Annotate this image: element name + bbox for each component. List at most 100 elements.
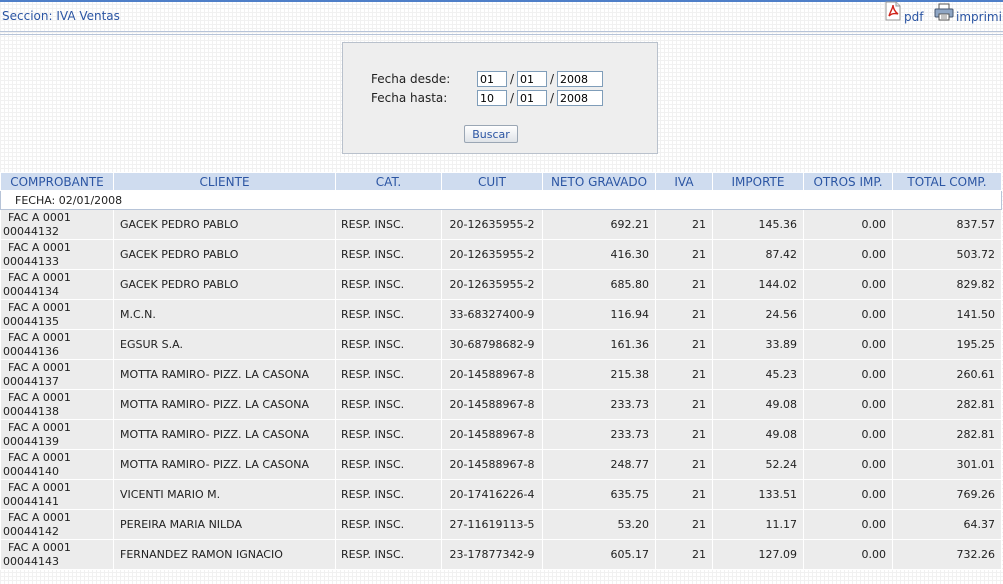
- neto-gravado-cell: 53.20: [542, 509, 656, 540]
- voucher-cell: FAC A 0001 00044137: [0, 359, 114, 390]
- printer-icon: [934, 3, 954, 24]
- col-neto-gravado[interactable]: NETO GRAVADO: [542, 172, 656, 191]
- client-cell: PEREIRA MARIA NILDA: [113, 509, 336, 540]
- otros-imp-cell: 0.00: [803, 209, 893, 240]
- cuit-cell: 20-14588967-8: [441, 359, 543, 390]
- otros-imp-cell: 0.00: [803, 389, 893, 420]
- cuit-cell: 20-12635955-2: [441, 269, 543, 300]
- pdf-link[interactable]: pdf: [884, 1, 924, 24]
- voucher-cell: FAC A 0001 00044141: [0, 479, 114, 510]
- neto-gravado-cell: 161.36: [542, 329, 656, 360]
- client-cell: GACEK PEDRO PABLO: [113, 239, 336, 270]
- otros-imp-cell: 0.00: [803, 419, 893, 450]
- importe-cell: 127.09: [712, 539, 804, 570]
- col-comprobante[interactable]: COMPROBANTE: [0, 172, 114, 191]
- date-to-year-input[interactable]: [557, 90, 603, 106]
- otros-imp-cell: 0.00: [803, 539, 893, 570]
- category-cell: RESP. INSC.: [335, 389, 442, 420]
- table-header-row: COMPROBANTE CLIENTE CAT. CUIT NETO GRAVA…: [0, 172, 1002, 191]
- importe-cell: 49.08: [712, 419, 804, 450]
- category-cell: RESP. INSC.: [335, 419, 442, 450]
- date-to-label: Fecha hasta:: [371, 91, 448, 105]
- category-cell: RESP. INSC.: [335, 329, 442, 360]
- date-from-year-input[interactable]: [557, 71, 603, 87]
- voucher-cell: FAC A 0001 00044138: [0, 389, 114, 420]
- total-comp-cell: 260.61: [892, 359, 1002, 390]
- voucher-cell: FAC A 0001 00044132: [0, 209, 114, 240]
- iva-cell: 21: [655, 299, 713, 330]
- importe-cell: 145.36: [712, 209, 804, 240]
- table-row: FAC A 0001 00044143 FERNANDEZ RAMON IGNACI…: [0, 539, 1002, 570]
- section-title: Seccion: IVA Ventas: [2, 9, 120, 23]
- col-otros-imp[interactable]: OTROS IMP.: [803, 172, 893, 191]
- col-iva[interactable]: IVA: [655, 172, 713, 191]
- cuit-cell: 23-17877342-9: [441, 539, 543, 570]
- voucher-number: 00044140: [3, 464, 59, 478]
- importe-cell: 87.42: [712, 239, 804, 270]
- col-total-comp[interactable]: TOTAL COMP.: [892, 172, 1002, 191]
- category-cell: RESP. INSC.: [335, 479, 442, 510]
- pdf-label: pdf: [904, 10, 924, 24]
- cuit-cell: 27-11619113-5: [441, 509, 543, 540]
- date-to-day-input[interactable]: [477, 90, 507, 106]
- voucher-type: FAC A 0001: [8, 450, 71, 464]
- cuit-cell: 20-12635955-2: [441, 239, 543, 270]
- sales-vat-table: COMPROBANTE CLIENTE CAT. CUIT NETO GRAVA…: [0, 172, 1002, 570]
- voucher-number: 00044142: [3, 524, 59, 538]
- voucher-type: FAC A 0001: [8, 210, 71, 224]
- otros-imp-cell: 0.00: [803, 449, 893, 480]
- table-row: FAC A 0001 00044137 MOTTA RAMIRO- PIZZ. LA…: [0, 359, 1002, 390]
- client-cell: VICENTI MARIO M.: [113, 479, 336, 510]
- neto-gravado-cell: 116.94: [542, 299, 656, 330]
- divider-top: [0, 31, 1003, 32]
- category-cell: RESP. INSC.: [335, 359, 442, 390]
- voucher-type: FAC A 0001: [8, 240, 71, 254]
- date-separator: /: [549, 91, 555, 105]
- print-link[interactable]: imprimir: [934, 3, 1003, 24]
- category-cell: RESP. INSC.: [335, 509, 442, 540]
- importe-cell: 11.17: [712, 509, 804, 540]
- search-button[interactable]: Buscar: [464, 125, 518, 143]
- table-row: FAC A 0001 00044139 MOTTA RAMIRO- PIZZ. LA…: [0, 419, 1002, 450]
- iva-cell: 21: [655, 389, 713, 420]
- table-row: FAC A 0001 00044140 MOTTA RAMIRO- PIZZ. LA…: [0, 449, 1002, 480]
- voucher-cell: FAC A 0001 00044134: [0, 269, 114, 300]
- total-comp-cell: 282.81: [892, 419, 1002, 450]
- importe-cell: 144.02: [712, 269, 804, 300]
- col-cliente[interactable]: CLIENTE: [113, 172, 336, 191]
- total-comp-cell: 282.81: [892, 389, 1002, 420]
- importe-cell: 45.23: [712, 359, 804, 390]
- cuit-cell: 20-12635955-2: [441, 209, 543, 240]
- total-comp-cell: 732.26: [892, 539, 1002, 570]
- date-to-month-input[interactable]: [517, 90, 547, 106]
- voucher-type: FAC A 0001: [8, 330, 71, 344]
- neto-gravado-cell: 635.75: [542, 479, 656, 510]
- client-cell: MOTTA RAMIRO- PIZZ. LA CASONA: [113, 449, 336, 480]
- date-group-row: FECHA: 02/01/2008: [0, 190, 1002, 210]
- table-row: FAC A 0001 00044133 GACEK PEDRO PABLO RESP.…: [0, 239, 1002, 270]
- neto-gravado-cell: 685.80: [542, 269, 656, 300]
- col-cat[interactable]: CAT.: [335, 172, 442, 191]
- cuit-cell: 20-14588967-8: [441, 389, 543, 420]
- voucher-number: 00044132: [3, 224, 59, 238]
- col-cuit[interactable]: CUIT: [441, 172, 543, 191]
- otros-imp-cell: 0.00: [803, 329, 893, 360]
- date-from-month-input[interactable]: [517, 71, 547, 87]
- client-cell: EGSUR S.A.: [113, 329, 336, 360]
- client-cell: M.C.N.: [113, 299, 336, 330]
- date-from-day-input[interactable]: [477, 71, 507, 87]
- total-comp-cell: 195.25: [892, 329, 1002, 360]
- voucher-cell: FAC A 0001 00044135: [0, 299, 114, 330]
- table-row: FAC A 0001 00044142 PEREIRA MARIA NILDA RES…: [0, 509, 1002, 540]
- iva-cell: 21: [655, 269, 713, 300]
- importe-cell: 33.89: [712, 329, 804, 360]
- importe-cell: 24.56: [712, 299, 804, 330]
- otros-imp-cell: 0.00: [803, 479, 893, 510]
- client-cell: FERNANDEZ RAMON IGNACIO: [113, 539, 336, 570]
- col-importe[interactable]: IMPORTE: [712, 172, 804, 191]
- voucher-number: 00044137: [3, 374, 59, 388]
- table-row: FAC A 0001 00044136 EGSUR S.A. RESP. INSC. 3…: [0, 329, 1002, 360]
- category-cell: RESP. INSC.: [335, 269, 442, 300]
- cuit-cell: 33-68327400-9: [441, 299, 543, 330]
- date-separator: /: [509, 72, 515, 86]
